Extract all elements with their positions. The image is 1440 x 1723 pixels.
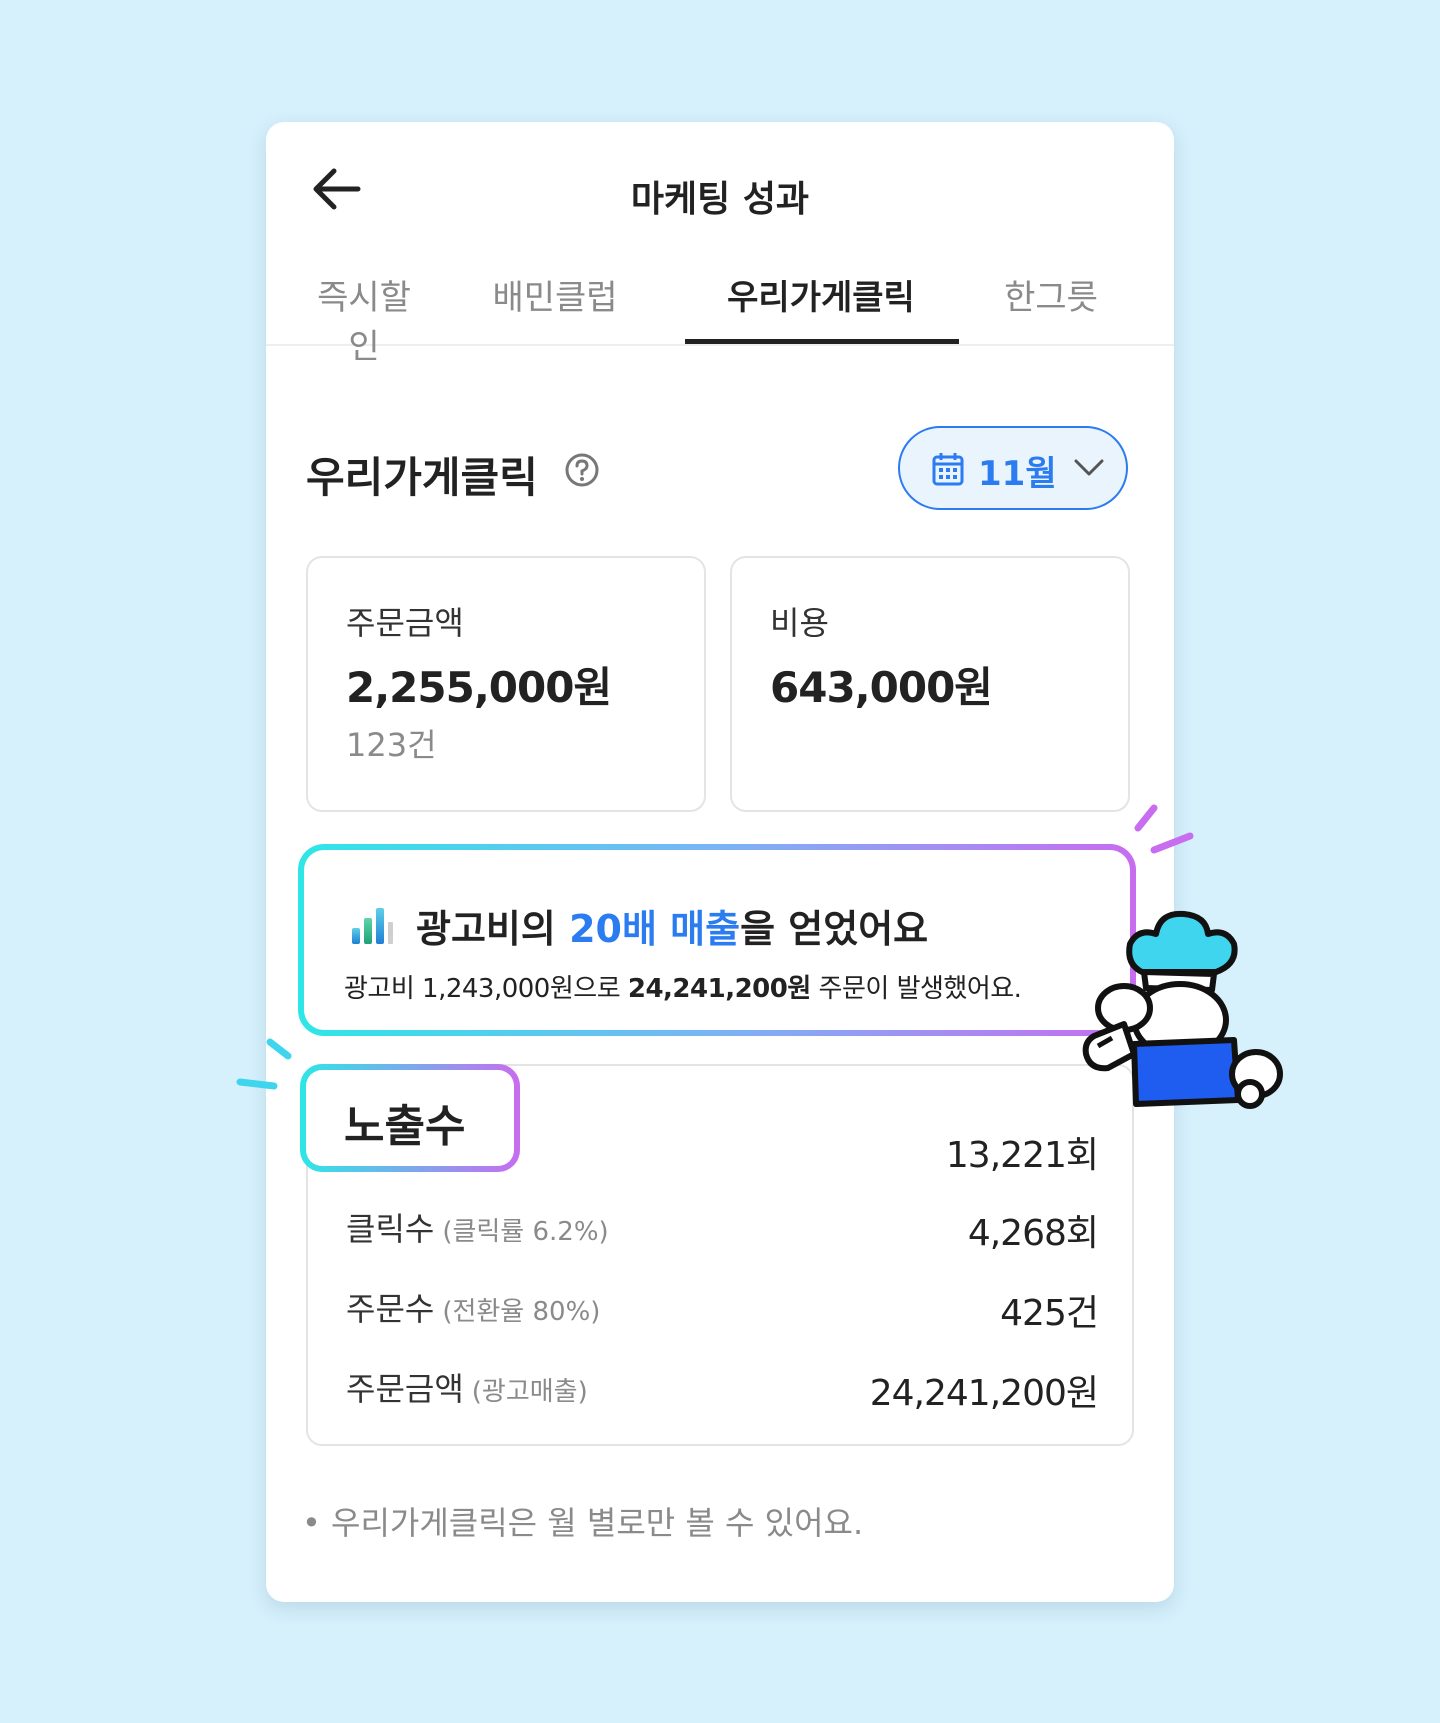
roas-highlight-card: 광고비의 20배 매출을 얻었어요 광고비 1,243,000원으로 24,24… bbox=[298, 844, 1136, 1036]
cost-value: 643,000원 bbox=[770, 663, 993, 712]
bar-chart-icon bbox=[352, 908, 393, 944]
marketing-performance-card: 마케팅 성과 즉시할인 배민클럽 우리가게클릭 한그릇 우리가게클릭 11월 주… bbox=[266, 122, 1174, 1602]
tab-baemin-club[interactable]: 배민클럽 bbox=[490, 270, 620, 319]
click-rate-note: (클릭률 6.2%) bbox=[442, 1217, 609, 1247]
impressions-value: 13,221회 bbox=[945, 1135, 1099, 1176]
tab-bar: 즉시할인 배민클럽 우리가게클릭 한그릇 bbox=[266, 122, 1174, 367]
orders-value: 425건 bbox=[1000, 1293, 1099, 1334]
orders-label: 주문수 bbox=[346, 1290, 435, 1328]
tab-single-dish[interactable]: 한그릇 bbox=[996, 270, 1106, 319]
highlight-title: 광고비의 20배 매출을 얻었어요 bbox=[416, 907, 929, 951]
question-circle-icon[interactable] bbox=[564, 452, 600, 488]
order-amount-label: 주문금액 bbox=[346, 604, 464, 642]
tab-store-click[interactable]: 우리가게클릭 bbox=[686, 270, 956, 319]
ad-sales-note: (광고매출) bbox=[471, 1377, 588, 1407]
order-amount-card: 주문금액 2,255,000원 123건 bbox=[306, 556, 706, 812]
impressions-label-tag: 노출수 bbox=[300, 1064, 520, 1172]
ad-sales-value: 24,241,200원 bbox=[869, 1373, 1099, 1414]
clicks-row: 클릭수 (클릭률 6.2%) 4,268회 bbox=[346, 1204, 1099, 1254]
orders-row: 주문수 (전환율 80%) 425건 bbox=[346, 1284, 1099, 1334]
highlight-subtitle: 광고비 1,243,000원으로 24,241,200원 주문이 발생했어요. bbox=[344, 974, 1022, 1004]
highlight-accent: 20배 매출 bbox=[569, 907, 741, 951]
cost-card: 비용 643,000원 bbox=[730, 556, 1130, 812]
tab-instant-discount[interactable]: 즉시할인 bbox=[304, 270, 424, 368]
month-label: 11월 bbox=[978, 454, 1057, 494]
cost-label: 비용 bbox=[770, 604, 829, 642]
impressions-label: 노출수 bbox=[344, 1101, 466, 1152]
footnote: • 우리가게클릭은 월 별로만 볼 수 있어요. bbox=[302, 1504, 864, 1542]
month-selector[interactable]: 11월 bbox=[898, 426, 1128, 510]
conversion-rate-note: (전환율 80%) bbox=[442, 1297, 601, 1327]
highlight-sales-amount: 24,241,200원 bbox=[627, 974, 811, 1004]
order-count: 123건 bbox=[346, 726, 437, 764]
ad-sales-row: 주문금액 (광고매출) 24,241,200원 bbox=[346, 1364, 1099, 1414]
order-amount-value: 2,255,000원 bbox=[346, 663, 612, 712]
clicks-label: 클릭수 bbox=[346, 1210, 435, 1248]
active-tab-indicator bbox=[685, 339, 959, 344]
chevron-down-icon bbox=[1074, 459, 1104, 476]
clicks-value: 4,268회 bbox=[967, 1213, 1099, 1254]
ad-sales-label: 주문금액 bbox=[346, 1370, 464, 1408]
calendar-icon bbox=[932, 453, 964, 486]
section-title: 우리가게클릭 bbox=[306, 453, 538, 502]
